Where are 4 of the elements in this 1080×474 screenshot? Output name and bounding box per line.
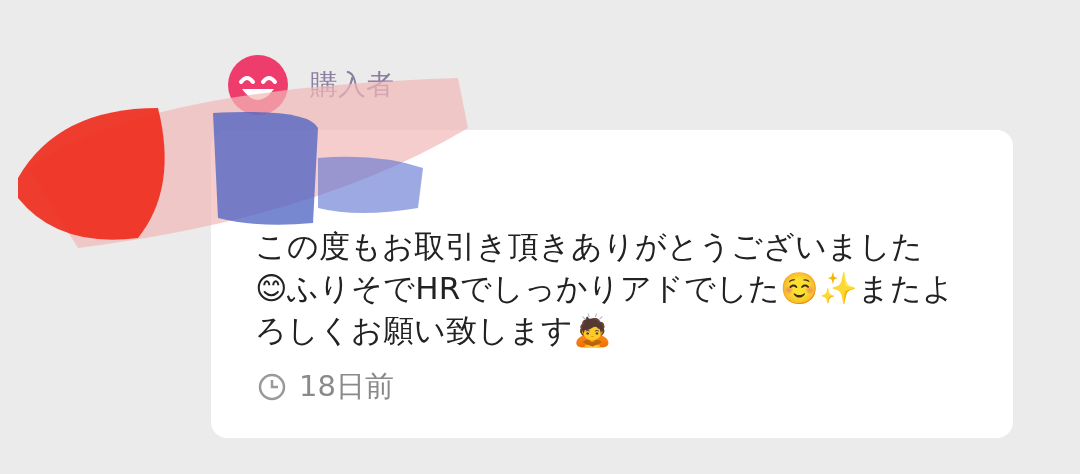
message-time: 18日前 bbox=[299, 368, 394, 405]
message-text: この度もお取引き頂きありがとうございました😊ふりそでHRでしっかりアドでした☺✨またよろしくお願い致します🙇 bbox=[255, 227, 955, 350]
clock-icon bbox=[257, 371, 287, 402]
author-role: 購入者 bbox=[310, 67, 394, 103]
